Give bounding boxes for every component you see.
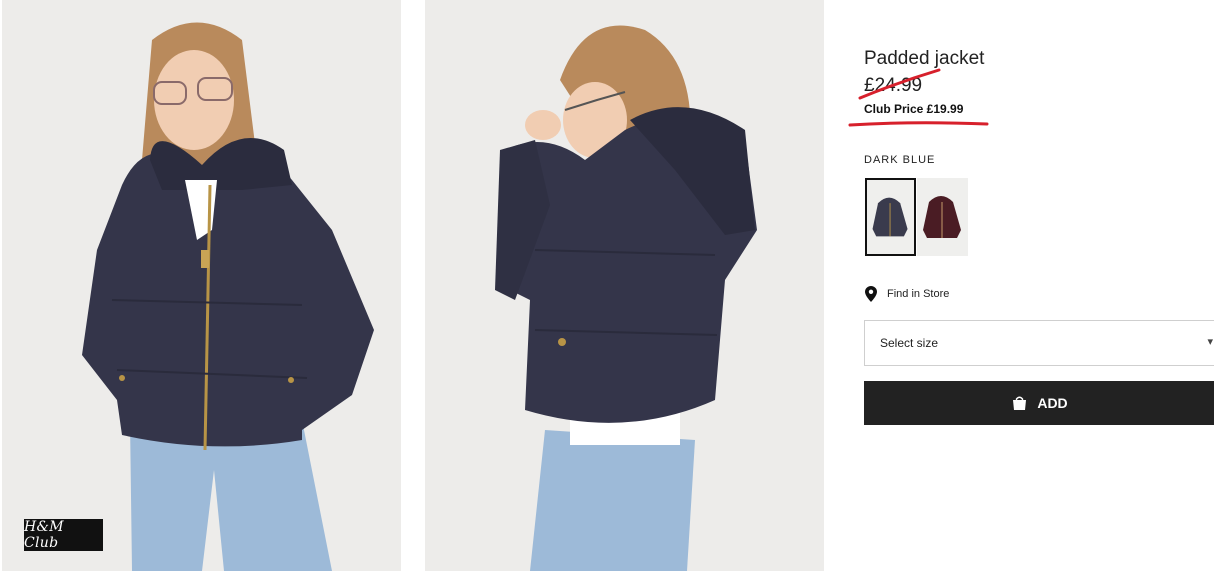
product-photo-front-illustration [2, 0, 401, 571]
add-button-label: ADD [1037, 395, 1068, 411]
product-image-side[interactable] [425, 0, 824, 571]
swatch-dark-blue[interactable] [865, 178, 916, 256]
product-title: Padded jacket [864, 48, 985, 69]
jacket-thumbnail-burgundy [917, 178, 968, 256]
selected-color-label: DARK BLUE [864, 154, 936, 166]
find-in-store-label: Find in Store [887, 288, 950, 300]
location-pin-icon [865, 286, 877, 302]
product-details-panel: Padded jacket £24.99 Club Price £19.99 D… [824, 0, 1214, 571]
find-in-store-link[interactable]: Find in Store [865, 286, 949, 302]
product-image-front[interactable]: H&M Club [2, 0, 401, 571]
add-to-bag-button[interactable]: ADD [864, 381, 1214, 425]
original-price: £24.99 [864, 75, 923, 96]
size-select-placeholder: Select size [880, 336, 939, 350]
product-photo-side-illustration [425, 0, 824, 571]
chevron-down-icon: ▾ [1207, 336, 1213, 348]
shopping-bag-icon [1013, 396, 1027, 410]
jacket-thumbnail-dark-blue [867, 181, 914, 253]
size-select[interactable]: Select size ▾ [864, 320, 1214, 366]
club-price: Club Price £19.99 [864, 102, 964, 116]
swatch-burgundy[interactable] [917, 178, 968, 256]
hm-club-badge: H&M Club [24, 519, 103, 551]
